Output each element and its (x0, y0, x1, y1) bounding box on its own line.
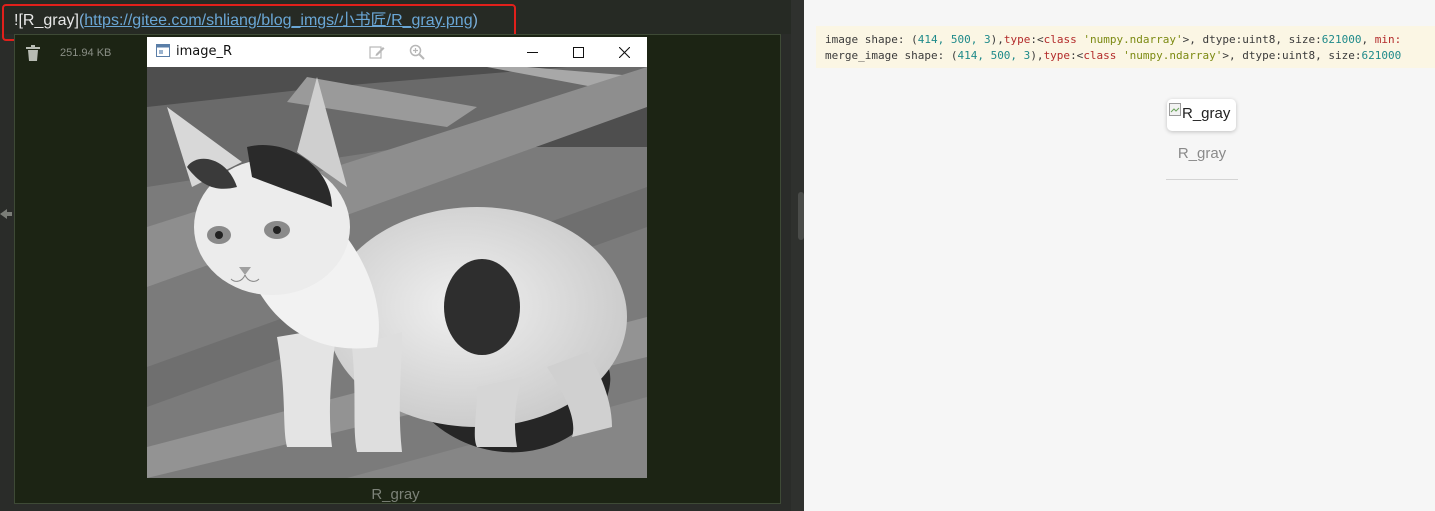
zoom-icon (409, 44, 425, 60)
maximize-icon (572, 46, 584, 58)
grayscale-kitten-image (147, 67, 647, 478)
arrow-left-icon[interactable] (0, 207, 12, 221)
code-string: 'numpy.ndarray' (1123, 49, 1223, 62)
minimize-icon (526, 51, 538, 53)
code-text: :< (1030, 33, 1044, 46)
code-keyword: type (1003, 33, 1031, 46)
minimize-button[interactable] (509, 37, 555, 67)
code-text: merge_image shape: ( (825, 49, 958, 62)
broken-image-icon (1169, 103, 1181, 116)
window-titlebar[interactable]: image_R (147, 37, 647, 67)
code-string: 'numpy.ndarray' (1083, 33, 1183, 46)
caption-divider (1166, 179, 1238, 180)
code-number: 414, 500, 3 (957, 49, 1031, 62)
broken-image-alt-text: R_gray (1182, 105, 1231, 122)
close-button[interactable] (601, 37, 647, 67)
code-class-keyword: class (1083, 49, 1117, 62)
image-viewer-window[interactable]: image_R (147, 37, 647, 478)
code-class-keyword: class (1043, 33, 1077, 46)
image-caption: R_gray (371, 486, 420, 503)
edit-icon (369, 46, 385, 59)
close-icon (618, 46, 630, 58)
code-output-block: image shape: (414, 500, 3),type:<class '… (816, 26, 1435, 68)
app-window-icon (156, 44, 170, 57)
file-size-label: 251.94 KB (60, 47, 112, 59)
code-keyword: min: (1374, 33, 1402, 46)
code-text: ), (1030, 49, 1044, 62)
maximize-button[interactable] (555, 37, 601, 67)
rendered-preview-pane (804, 0, 1435, 511)
trash-icon[interactable] (26, 45, 40, 61)
code-text: :< (1070, 49, 1084, 62)
code-number: 621000 (1361, 49, 1402, 62)
pane-divider[interactable] (791, 0, 804, 511)
code-text: , (1361, 33, 1375, 46)
code-keyword: type (1043, 49, 1071, 62)
code-number: 621000 (1321, 33, 1362, 46)
preview-image-caption: R_gray (1177, 145, 1227, 162)
code-line: image shape: (414, 500, 3),type:<class '… (825, 32, 1435, 48)
code-text: >, dtype:uint8, size: (1222, 49, 1362, 62)
code-line: merge_image shape: (414, 500, 3),type:<c… (825, 48, 1435, 64)
code-text: image shape: ( (825, 33, 918, 46)
code-number: 414, 500, 3 (917, 33, 991, 46)
code-text: >, dtype:uint8, size: (1182, 33, 1322, 46)
window-title: image_R (176, 44, 233, 59)
code-text: ), (990, 33, 1004, 46)
